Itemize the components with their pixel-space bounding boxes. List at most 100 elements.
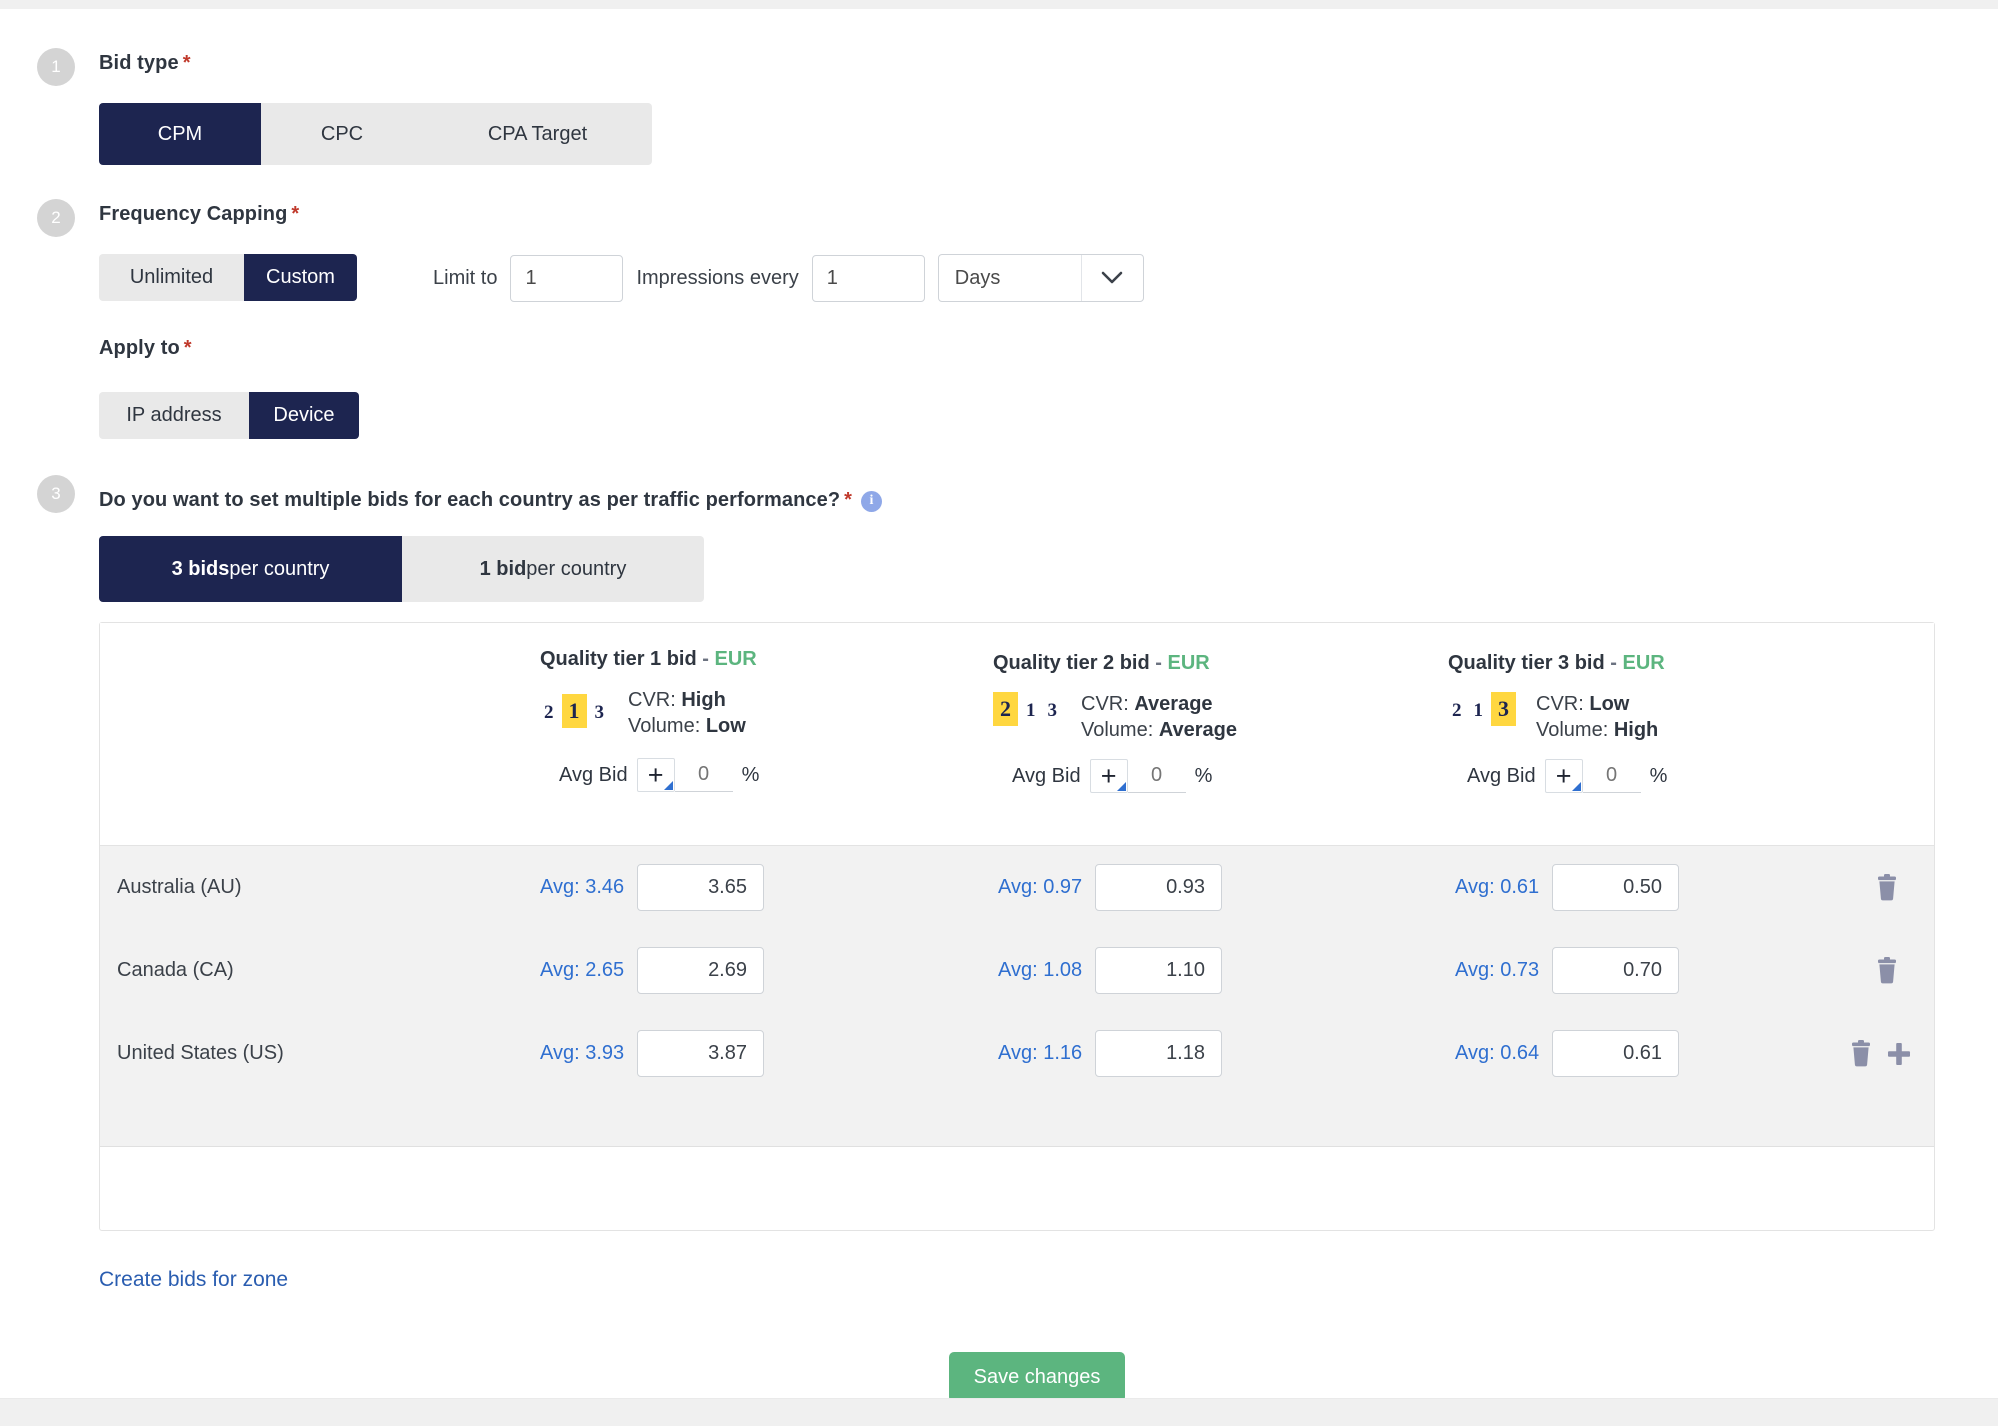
bids-per-country-option-1[interactable]: 1 bid per country	[402, 536, 704, 602]
trash-icon[interactable]	[1848, 1039, 1874, 1068]
row-0-tier-1-avg: Avg: 3.46	[540, 876, 625, 898]
row-1-country: Canada (CA)	[117, 959, 234, 981]
tier-2-percent-sign: %	[1194, 764, 1213, 787]
row-2-country: United States (US)	[117, 1042, 284, 1064]
tier-1-plus-icon[interactable]: +	[636, 758, 675, 793]
bids-per-country-option-3-rest: per country	[229, 557, 330, 580]
frequency-capping-controls: Limit to Impressions every Days	[433, 254, 1144, 302]
row-1-tier-1-avg: Avg: 2.65	[540, 959, 625, 981]
tier-1-meta: 2 1 3 CVR: High Volume: Low	[540, 688, 759, 739]
tier-2-performance: CVR: Average Volume: Average	[1081, 692, 1237, 743]
bids-per-country-option-1-rest: per country	[526, 557, 627, 580]
row-2-tier-3-bid-input[interactable]	[1552, 1030, 1679, 1077]
limit-to-input[interactable]	[510, 254, 624, 302]
add-row-plus-icon[interactable]	[1886, 1041, 1912, 1067]
frequency-unit-value: Days	[954, 266, 1001, 289]
tier-1-rank-2: 2	[544, 702, 554, 723]
tier-2-currency: EUR	[1167, 652, 1210, 674]
tier-3-avg-bid-control: Avg Bid + %	[1467, 759, 1668, 794]
tier-2-rank-1: 1	[1026, 700, 1036, 721]
tier-3-title: Quality tier 3 bid - EUR	[1448, 652, 1667, 675]
frequency-capping-label-group: Frequency Capping *	[99, 203, 299, 226]
apply-to-option-device[interactable]: Device	[249, 392, 359, 439]
multi-bids-question: Do you want to set multiple bids for eac…	[99, 489, 841, 511]
tier-3-cvr-label: CVR:	[1536, 693, 1584, 715]
row-1-tier-3-avg: Avg: 0.73	[1455, 959, 1540, 981]
tier-1-rank-1-highlighted: 1	[561, 694, 587, 728]
tier-2-percent-input[interactable]	[1127, 759, 1186, 794]
frequency-option-custom[interactable]: Custom	[244, 254, 357, 301]
bid-type-option-cpc[interactable]: CPC	[261, 103, 423, 165]
tier-1-title: Quality tier 1 bid - EUR	[540, 648, 759, 671]
frequency-option-unlimited[interactable]: Unlimited	[99, 254, 244, 301]
create-bids-for-zone-link[interactable]: Create bids for zone	[99, 1268, 288, 1292]
row-1-actions	[1874, 929, 1900, 1012]
row-2-tier-1-bid-input[interactable]	[637, 1030, 764, 1077]
bid-type-label-group: Bid type *	[99, 52, 191, 75]
row-1-tier-1-bid-input[interactable]	[637, 947, 764, 994]
trash-icon[interactable]	[1874, 873, 1900, 902]
bid-type-toggle[interactable]: CPM CPC CPA Target	[99, 103, 652, 165]
apply-to-label: Apply to	[99, 337, 180, 359]
bid-type-label: Bid type	[99, 52, 179, 74]
table-row: Australia (AU) Avg: 3.46 Avg: 0.97 Avg: …	[100, 846, 1934, 929]
step-number-2: 2	[37, 199, 75, 237]
apply-to-option-ip-address[interactable]: IP address	[99, 392, 249, 439]
tier-3-rank-1: 1	[1473, 700, 1484, 721]
tier-3-avg-bid-label: Avg Bid	[1467, 764, 1536, 787]
impressions-period-input[interactable]	[811, 254, 925, 302]
chevron-down-icon[interactable]	[1080, 255, 1143, 301]
tier-1-avg-bid-label: Avg Bid	[559, 763, 628, 786]
tier-3-percent-input[interactable]	[1582, 759, 1641, 794]
tier-1-rank: 2 1 3	[540, 688, 608, 728]
tier-1-title-text: Quality tier 1 bid	[540, 648, 697, 670]
bids-per-country-option-1-bold: 1 bid	[479, 557, 527, 580]
multi-bids-required: *	[844, 489, 852, 511]
tier-2-cvr-label: CVR:	[1081, 693, 1129, 715]
row-2-tier-2-bid-input[interactable]	[1095, 1030, 1222, 1077]
multi-bids-question-group: Do you want to set multiple bids for eac…	[99, 489, 882, 512]
tier-1-dash: -	[702, 648, 709, 670]
row-0-tier-2-avg: Avg: 0.97	[998, 876, 1083, 898]
tier-3-rank-2: 2	[1452, 700, 1462, 721]
frequency-capping-toggle[interactable]: Unlimited Custom	[99, 254, 357, 301]
tier-3-title-text: Quality tier 3 bid	[1448, 652, 1605, 674]
bids-panel: Quality tier 1 bid - EUR 2 1 3 CVR: High	[99, 622, 1935, 1231]
tier-2-rank-3: 3	[1047, 700, 1058, 721]
row-2-actions	[1848, 1012, 1912, 1095]
tier-1-percent-input[interactable]	[674, 758, 733, 793]
step-number-3: 3	[37, 475, 75, 513]
bid-type-option-cpa-target[interactable]: CPA Target	[423, 103, 652, 165]
tier-3-plus-icon[interactable]: +	[1544, 759, 1583, 794]
row-1-tier-3-bid-input[interactable]	[1552, 947, 1679, 994]
frequency-unit-select[interactable]: Days	[937, 254, 1144, 302]
info-icon[interactable]: i	[860, 490, 882, 512]
tier-1-cvr-value: High	[681, 689, 726, 711]
bids-table-body: Australia (AU) Avg: 3.46 Avg: 0.97 Avg: …	[100, 845, 1934, 1147]
row-0-tier-3-bid-input[interactable]	[1552, 864, 1679, 911]
save-changes-button[interactable]: Save changes	[949, 1352, 1125, 1402]
tier-2-title: Quality tier 2 bid - EUR	[993, 652, 1237, 675]
tier-2-avg-bid-label: Avg Bid	[1012, 764, 1081, 787]
tier-3-currency: EUR	[1622, 652, 1665, 674]
tier-2-avg-bid-control: Avg Bid + %	[1012, 759, 1237, 794]
apply-to-toggle[interactable]: IP address Device	[99, 392, 359, 439]
step-number-1: 1	[37, 48, 75, 86]
bids-per-country-toggle[interactable]: 3 bids per country 1 bid per country	[99, 536, 704, 602]
tier-3-rank-3-highlighted: 3	[1491, 692, 1516, 726]
row-0-tier-1-bid-input[interactable]	[637, 864, 764, 911]
top-strip	[0, 0, 1998, 9]
tier-2-plus-icon[interactable]: +	[1089, 759, 1128, 794]
tier-3-volume-label: Volume:	[1536, 718, 1609, 741]
row-1-tier-2-bid-input[interactable]	[1095, 947, 1222, 994]
tier-3-volume-value: High	[1613, 718, 1659, 741]
tier-3-meta: 2 1 3 CVR: Low Volume: High	[1448, 692, 1667, 743]
bid-type-option-cpm[interactable]: CPM	[99, 103, 261, 165]
tier-header-1: Quality tier 1 bid - EUR 2 1 3 CVR: High	[540, 648, 759, 793]
trash-icon[interactable]	[1874, 956, 1900, 985]
bid-settings-page: 1 Bid type * CPM CPC CPA Target 2 Frequen…	[0, 0, 1998, 1426]
tier-header-3: Quality tier 3 bid - EUR 2 1 3 CVR: Low	[1448, 652, 1668, 794]
bids-per-country-option-3[interactable]: 3 bids per country	[99, 536, 402, 602]
tier-3-percent-sign: %	[1649, 764, 1668, 787]
row-0-tier-2-bid-input[interactable]	[1095, 864, 1222, 911]
